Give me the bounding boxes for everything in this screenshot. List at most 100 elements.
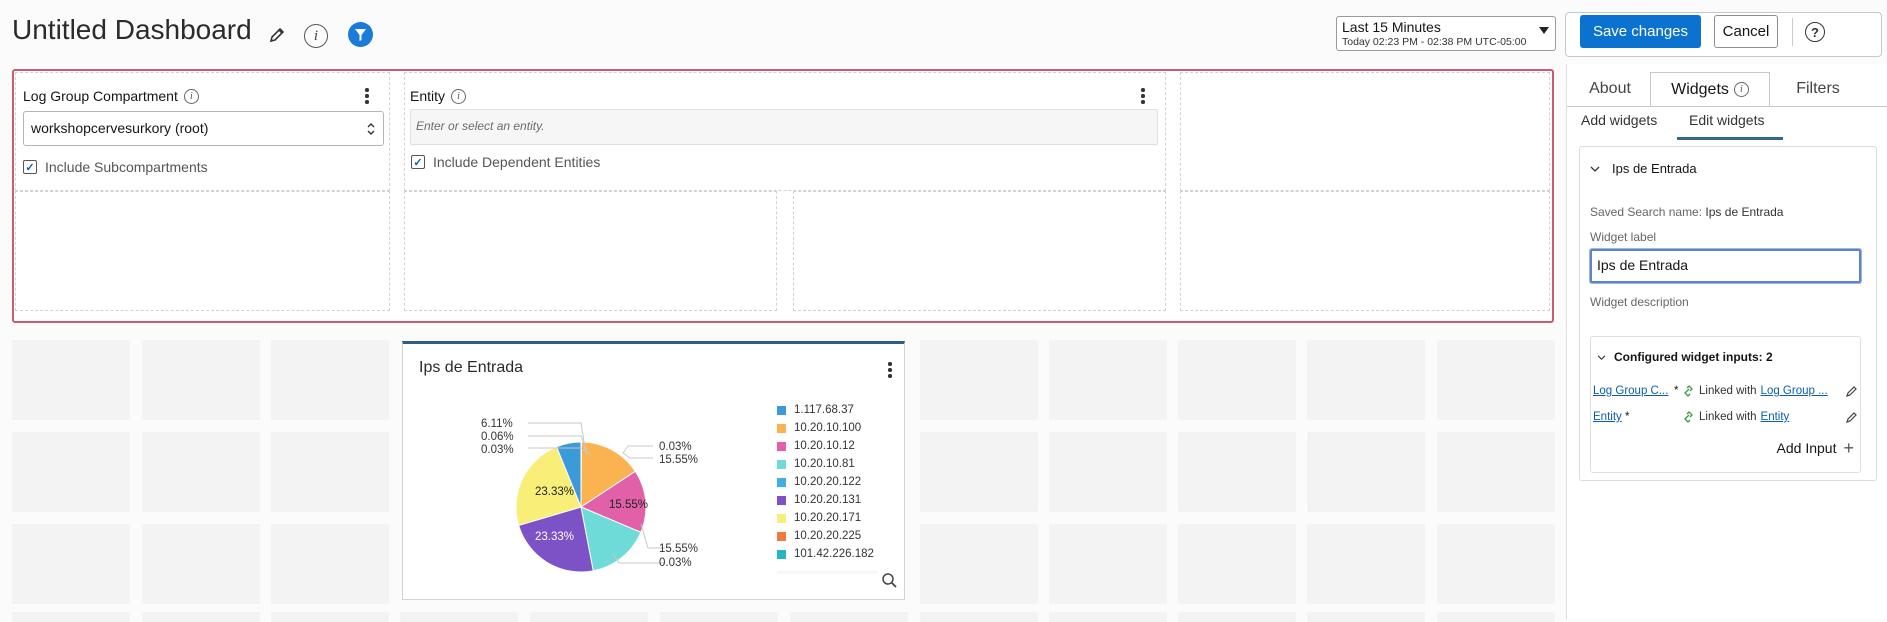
subtab-edit-widgets[interactable]: Edit widgets [1677, 112, 1783, 140]
input-name-link[interactable]: Entity [1593, 411, 1625, 423]
tab-about[interactable]: About [1575, 72, 1645, 106]
configured-inputs-header[interactable]: Configured widget inputs: 2 [1597, 350, 1773, 364]
grid-placeholder [1437, 432, 1555, 512]
info-icon[interactable]: i [451, 89, 466, 104]
widget-title: Ips de Entrada [419, 359, 523, 377]
legend-label: 101.42.226.182 [794, 548, 874, 560]
grid-placeholder [12, 432, 130, 512]
legend-item[interactable]: 10.20.20.131 [777, 494, 861, 506]
compartment-filter-title: Log Group Compartment [23, 88, 178, 104]
configured-inputs-title: Configured widget inputs: 2 [1614, 350, 1773, 364]
info-icon[interactable]: i [1734, 82, 1749, 97]
grid-placeholder [1049, 524, 1167, 604]
grid-placeholder [920, 432, 1038, 512]
tab-widgets[interactable]: Widgets i [1650, 72, 1770, 106]
legend-item[interactable]: 10.20.20.122 [777, 476, 861, 488]
legend-label: 10.20.10.100 [794, 422, 861, 434]
info-icon[interactable]: i [304, 24, 328, 48]
legend-item[interactable]: 10.20.10.81 [777, 458, 855, 470]
widget-settings-section: Ips de Entrada Saved Search name: Ips de… [1579, 146, 1877, 481]
include-dependent-entities-checkbox[interactable]: ✓ Include Dependent Entities [411, 154, 600, 170]
pie-label: 6.11% [481, 418, 513, 430]
section-title: Ips de Entrada [1612, 161, 1697, 176]
filter-edit-zone: Log Group Compartment i workshopcervesur… [12, 69, 1554, 323]
legend-label: 10.20.10.12 [794, 440, 855, 452]
empty-grid-cell [793, 191, 1166, 311]
legend-item[interactable]: 1.117.68.37 [777, 404, 854, 416]
grid-placeholder [1437, 340, 1555, 420]
grid-placeholder [142, 340, 260, 420]
chevron-down-icon [1539, 27, 1549, 34]
grid-placeholder [12, 612, 130, 622]
legend-swatch [777, 514, 786, 523]
legend-swatch [777, 460, 786, 469]
legend-label: 10.20.20.131 [794, 494, 861, 506]
grid-placeholder [1049, 340, 1167, 420]
compartment-select[interactable]: workshopcervesurkory (root) [23, 111, 384, 146]
edit-pencil-icon[interactable] [1845, 385, 1858, 398]
legend-item[interactable]: 10.20.20.225 [777, 530, 861, 542]
info-icon[interactable]: i [184, 89, 199, 104]
include-subcompartments-label: Include Subcompartments [45, 159, 208, 175]
magnify-user-icon[interactable] [881, 572, 899, 590]
grid-placeholder [1437, 612, 1555, 622]
legend-item[interactable]: 101.42.226.182 [777, 548, 874, 560]
legend-swatch [777, 478, 786, 487]
link-icon [1683, 385, 1697, 397]
linked-with-text: Linked with [1699, 411, 1757, 423]
empty-grid-cell [404, 191, 777, 311]
grid-placeholder [1307, 340, 1425, 420]
empty-grid-cell [1180, 191, 1550, 311]
linked-target-link[interactable]: Entity [1761, 411, 1790, 423]
widget-editor-panel: About Widgets i Filters Add widgets Edit… [1566, 64, 1887, 619]
widget-label-input[interactable]: Ips de Entrada [1590, 249, 1861, 283]
add-input-button[interactable]: Add Input + [1777, 439, 1854, 457]
checkmark-icon: ✓ [23, 160, 37, 174]
include-dependent-entities-label: Include Dependent Entities [433, 154, 600, 170]
section-header[interactable]: Ips de Entrada [1590, 161, 1697, 176]
help-icon[interactable]: ? [1805, 22, 1825, 42]
required-mark: * [1625, 411, 1683, 423]
input-name-link[interactable]: Log Group C... [1593, 385, 1674, 397]
filter-funnel-icon[interactable] [348, 22, 373, 47]
pie-label: 0.03% [481, 444, 514, 456]
edit-title-pencil-icon[interactable] [264, 22, 290, 48]
legend-overflow-fade [777, 571, 877, 575]
link-icon [1683, 411, 1697, 423]
cancel-button[interactable]: Cancel [1714, 15, 1778, 48]
grid-placeholder [12, 340, 130, 420]
kebab-menu-icon[interactable] [365, 88, 369, 106]
pie-label: 23.33% [535, 531, 574, 543]
empty-grid-cell [15, 191, 390, 311]
legend-label: 10.20.20.225 [794, 530, 861, 542]
edit-pencil-icon[interactable] [1845, 411, 1858, 424]
pie-label: 0.06% [481, 431, 514, 443]
include-subcompartments-checkbox[interactable]: ✓ Include Subcompartments [23, 159, 208, 175]
linked-target-link[interactable]: Log Group ... [1761, 385, 1828, 397]
time-range-detail: Today 02:23 PM - 02:38 PM UTC-05:00 [1342, 36, 1550, 48]
saved-search-label: Saved Search name: [1590, 205, 1702, 219]
grid-placeholder [1178, 612, 1296, 622]
legend-item[interactable]: 10.20.20.171 [777, 512, 861, 524]
tab-filters[interactable]: Filters [1777, 72, 1859, 106]
time-range-picker[interactable]: Last 15 Minutes Today 02:23 PM - 02:38 P… [1336, 16, 1556, 51]
pie-chart-widget[interactable]: Ips de Entrada 6.11% 0.06% 0.03% 23.33% … [402, 341, 905, 600]
kebab-menu-icon[interactable] [888, 362, 892, 380]
tab-divider [1567, 106, 1887, 107]
legend-item[interactable]: 10.20.10.12 [777, 440, 855, 452]
entity-input[interactable]: Enter or select an entity. [410, 109, 1158, 145]
plus-icon: + [1843, 439, 1854, 457]
subtab-add-widgets[interactable]: Add widgets [1581, 112, 1657, 128]
pie-label: 23.33% [535, 486, 574, 498]
grid-placeholder [142, 612, 260, 622]
grid-placeholder [920, 524, 1038, 604]
grid-placeholder [1049, 432, 1167, 512]
grid-placeholder [920, 612, 1038, 622]
legend-label: 10.20.20.122 [794, 476, 861, 488]
legend-swatch [777, 424, 786, 433]
pie-label: 15.55% [659, 454, 698, 466]
legend-swatch [777, 496, 786, 505]
kebab-menu-icon[interactable] [1141, 88, 1145, 106]
save-changes-button[interactable]: Save changes [1580, 15, 1701, 48]
legend-item[interactable]: 10.20.10.100 [777, 422, 861, 434]
